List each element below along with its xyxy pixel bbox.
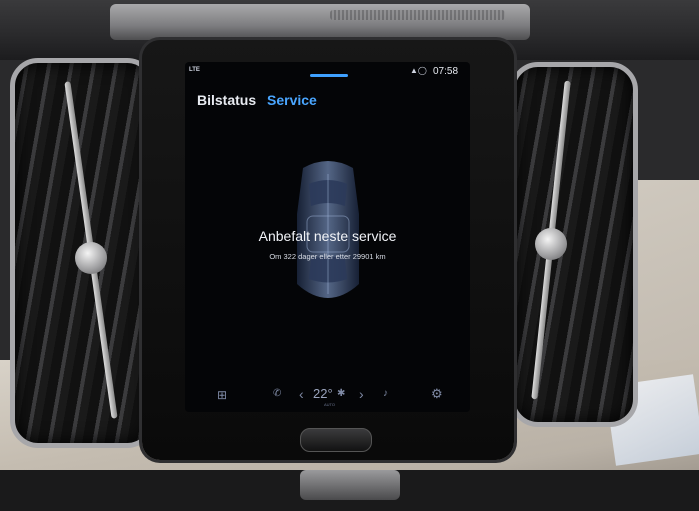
phone-icon[interactable]: ✆	[273, 388, 281, 399]
tab-bilstatus[interactable]: Bilstatus	[197, 92, 256, 108]
tab-service[interactable]: Service	[267, 92, 317, 108]
speaker-grille	[330, 10, 505, 20]
console-hazard-panel	[300, 470, 400, 500]
vent-knob-left[interactable]	[75, 242, 107, 274]
service-title: Anbefalt neste service	[258, 228, 397, 244]
infotainment-screen: LTE ▲◯ 07:58 Bilstatus Service Anbefalt …	[185, 62, 470, 412]
apps-icon[interactable]: ⊞	[217, 388, 227, 402]
temperature-value[interactable]: 22°	[313, 386, 333, 401]
settings-icon[interactable]: ⚙	[431, 386, 443, 402]
chevron-left-icon[interactable]: ‹	[299, 386, 304, 402]
home-button[interactable]	[300, 428, 372, 452]
clock: 07:58	[433, 66, 459, 77]
signal-indicator: LTE	[189, 67, 200, 73]
pull-down-handle[interactable]	[310, 74, 348, 77]
vent-knob-right[interactable]	[535, 228, 567, 260]
air-vent-right	[510, 62, 638, 427]
chevron-right-icon[interactable]: ›	[359, 386, 364, 402]
seat-icon[interactable]: ♪	[383, 388, 388, 399]
climate-bar: ⊞ ✆ ‹ 22° ✱ AUTO › ♪ ⚙	[185, 380, 470, 412]
service-detail: Om 322 dager eller etter 29901 km	[269, 252, 386, 261]
auto-label: AUTO	[324, 402, 336, 407]
status-icons: ▲◯	[410, 66, 427, 75]
status-bar: LTE ▲◯ 07:58	[185, 62, 470, 86]
fan-icon[interactable]: ✱	[337, 388, 345, 399]
